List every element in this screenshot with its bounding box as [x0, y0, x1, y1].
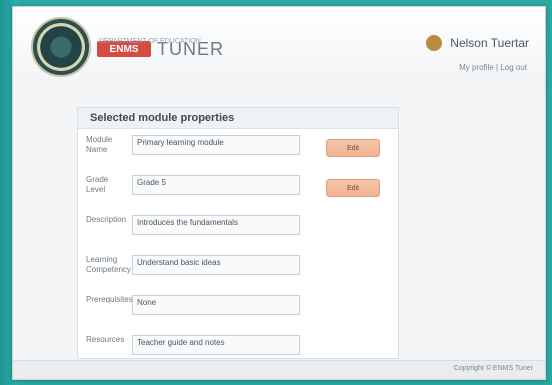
user-links[interactable]: My profile | Log out — [459, 63, 527, 72]
row-input[interactable]: Understand basic ideas — [132, 255, 300, 275]
user-name[interactable]: Nelson Tuertar — [450, 36, 529, 50]
row-label: Resources — [86, 335, 125, 344]
row-label: Grade Level — [86, 175, 109, 194]
row-label: Module Name — [86, 135, 113, 154]
module-properties-panel: Selected module properties Module Name P… — [77, 107, 399, 359]
panel-title: Selected module properties — [78, 108, 398, 129]
seal-icon — [31, 17, 91, 77]
footer-text: Copyright © ENMS Tuner — [453, 365, 533, 372]
header: ENMS TUNER DEPARTMENT OF EDUCATION Nelso… — [13, 7, 545, 89]
row-input[interactable]: None — [132, 295, 300, 315]
row-label: Prerequisites — [86, 295, 133, 304]
brand: ENMS TUNER — [97, 29, 224, 69]
form-row: Grade Level Grade 5 Edit — [78, 169, 398, 209]
row-input[interactable]: Grade 5 — [132, 175, 300, 195]
form-row: Learning Competency Understand basic ide… — [78, 249, 398, 289]
footer: Copyright © ENMS Tuner — [13, 360, 545, 379]
row-label: Description — [86, 215, 127, 224]
user-menu[interactable]: Nelson Tuertar — [426, 35, 529, 51]
row-input[interactable]: Introduces the fundamentals — [132, 215, 300, 235]
form-row: Description Introduces the fundamentals — [78, 209, 398, 249]
brand-subtitle: DEPARTMENT OF EDUCATION — [99, 38, 201, 45]
row-action-button[interactable]: Edit — [326, 139, 380, 157]
row-input[interactable]: Teacher guide and notes — [132, 335, 300, 355]
row-label: Learning Competency — [86, 255, 131, 274]
app-window: ENMS TUNER DEPARTMENT OF EDUCATION Nelso… — [12, 6, 546, 380]
form-row: Module Name Primary learning module Edit — [78, 129, 398, 169]
row-action-button[interactable]: Edit — [326, 179, 380, 197]
form-row: Prerequisites None — [78, 289, 398, 329]
user-icon — [426, 35, 443, 51]
row-input[interactable]: Primary learning module — [132, 135, 300, 155]
